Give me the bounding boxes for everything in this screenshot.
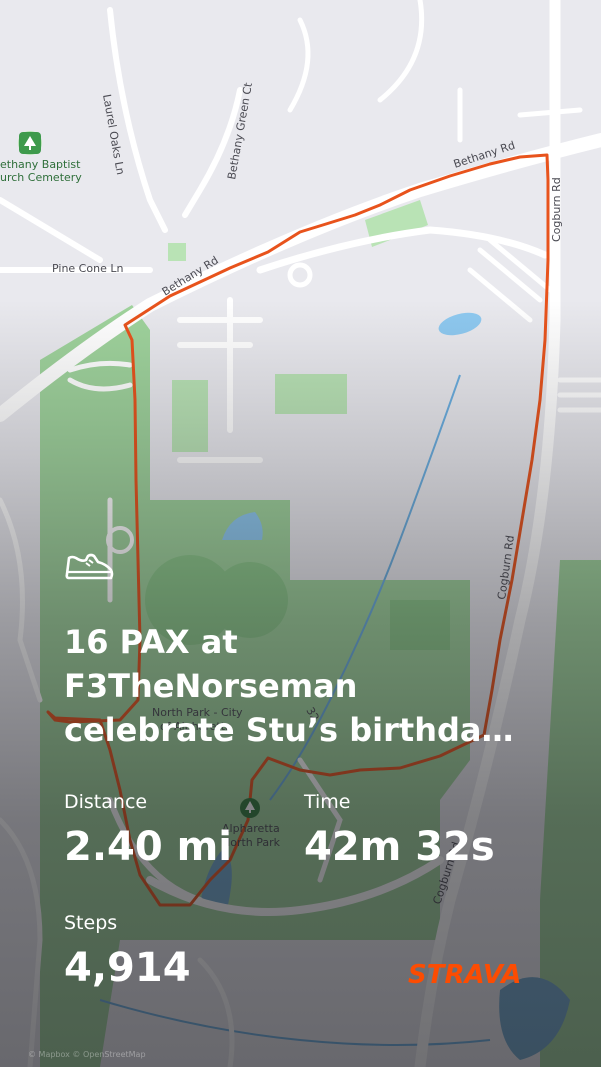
title-line-2: F3TheNorseman bbox=[64, 667, 358, 705]
activity-title[interactable]: 16 PAX at F3TheNorseman celebrate Stu’s … bbox=[64, 620, 544, 752]
activity-share-card: Laurel Oaks Ln Bethany Green Ct ethany B… bbox=[0, 0, 601, 1067]
tree-icon bbox=[19, 132, 41, 154]
route-map[interactable]: Laurel Oaks Ln Bethany Green Ct ethany B… bbox=[0, 0, 601, 1067]
time-value: 42m 32s bbox=[304, 824, 495, 870]
label-cogburn-rd-top: Cogburn Rd bbox=[550, 177, 563, 242]
time-label: Time bbox=[304, 791, 351, 813]
distance-label: Distance bbox=[64, 791, 148, 813]
running-shoe-icon bbox=[65, 553, 114, 580]
strava-logo: STRAVA bbox=[408, 960, 522, 990]
title-line-3: celebrate Stu’s birthda… bbox=[64, 711, 514, 749]
park-marker-icon bbox=[240, 798, 260, 818]
label-pine-cone-ln: Pine Cone Ln bbox=[52, 262, 123, 275]
map-attribution[interactable]: © Mapbox © OpenStreetMap bbox=[28, 1050, 146, 1059]
label-bethany-baptist: ethany Baptist bbox=[0, 158, 81, 171]
steps-value: 4,914 bbox=[64, 945, 191, 991]
steps-label: Steps bbox=[64, 912, 118, 934]
title-line-1: 16 PAX at bbox=[64, 623, 238, 661]
distance-value: 2.40 mi bbox=[64, 824, 233, 870]
label-church-cemetery: urch Cemetery bbox=[0, 171, 82, 184]
